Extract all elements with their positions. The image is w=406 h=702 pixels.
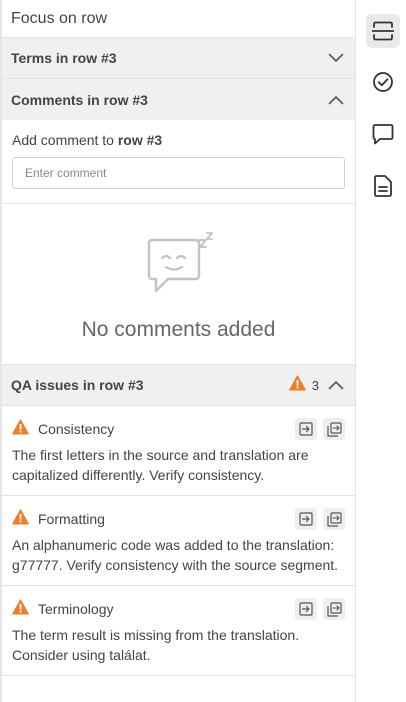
warning-icon [288, 374, 306, 396]
qa-header-label: QA issues in row #3 [11, 377, 144, 393]
copy-source-button[interactable] [323, 508, 345, 530]
copy-arrow-icon [326, 601, 342, 617]
sleeping-chat-icon [146, 232, 216, 303]
add-comment-prefix: Add comment to [12, 132, 118, 148]
add-comment-row: row #3 [117, 132, 163, 148]
comments-section-header[interactable]: Comments in row #3 [2, 79, 355, 120]
arrow-into-box-icon [299, 512, 313, 526]
copy-arrow-icon [326, 421, 342, 437]
document-icon [374, 175, 392, 197]
go-to-issue-button[interactable] [295, 418, 317, 440]
qa-issue-type: Consistency [38, 421, 115, 437]
focus-row-button[interactable] [366, 14, 400, 48]
side-rail [356, 0, 406, 702]
qa-issue-type: Formatting [38, 511, 105, 527]
empty-comments-text: No comments added [81, 318, 276, 341]
qa-issue-description: An alphanumeric code was added to the tr… [12, 537, 339, 573]
qa-section-header[interactable]: QA issues in row #3 3 [2, 365, 355, 406]
qa-check-button[interactable] [366, 65, 400, 99]
chevron-up-icon [327, 91, 345, 109]
comment-input[interactable] [12, 157, 345, 189]
qa-issue-item: Formatting An alphanumeric code was adde… [2, 496, 355, 586]
copy-arrow-icon [326, 511, 342, 527]
check-circle-icon [373, 72, 393, 92]
focus-panel: Focus on row Terms in row #3 Comments in… [0, 0, 356, 702]
focus-title: Focus on row [2, 0, 355, 38]
go-to-issue-button[interactable] [295, 508, 317, 530]
arrow-into-box-icon [299, 422, 313, 436]
qa-issue-type: Terminology [38, 601, 114, 617]
comment-icon [372, 124, 394, 145]
document-button[interactable] [366, 169, 400, 203]
chevron-down-icon [327, 49, 345, 67]
focus-row-icon [372, 21, 394, 41]
comments-header-label: Comments in row #3 [11, 91, 148, 108]
qa-issue-item: Terminology The term result is missing f… [2, 586, 355, 676]
add-comment-label: Add comment to row #3 [12, 132, 345, 148]
terms-header-label: Terms in row #3 [11, 50, 117, 66]
copy-source-button[interactable] [323, 418, 345, 440]
qa-issue-description: The term result is missing from the tran… [12, 627, 300, 663]
qa-issue-count: 3 [311, 377, 319, 393]
comments-button[interactable] [366, 117, 400, 151]
comments-body: Add comment to row #3 No comments added [2, 120, 355, 365]
arrow-into-box-icon [299, 602, 313, 616]
empty-comments-state: No comments added [2, 203, 355, 361]
warning-icon [12, 508, 29, 530]
warning-icon [12, 598, 29, 620]
qa-issue-list: Consistency The first letters in the sou… [2, 406, 355, 676]
warning-icon [12, 418, 29, 440]
qa-issue-description: The first letters in the source and tran… [12, 447, 309, 483]
terms-section-header[interactable]: Terms in row #3 [2, 38, 355, 79]
copy-source-button[interactable] [323, 598, 345, 620]
go-to-issue-button[interactable] [295, 598, 317, 620]
chevron-up-icon [327, 376, 345, 394]
qa-issue-item: Consistency The first letters in the sou… [2, 406, 355, 496]
